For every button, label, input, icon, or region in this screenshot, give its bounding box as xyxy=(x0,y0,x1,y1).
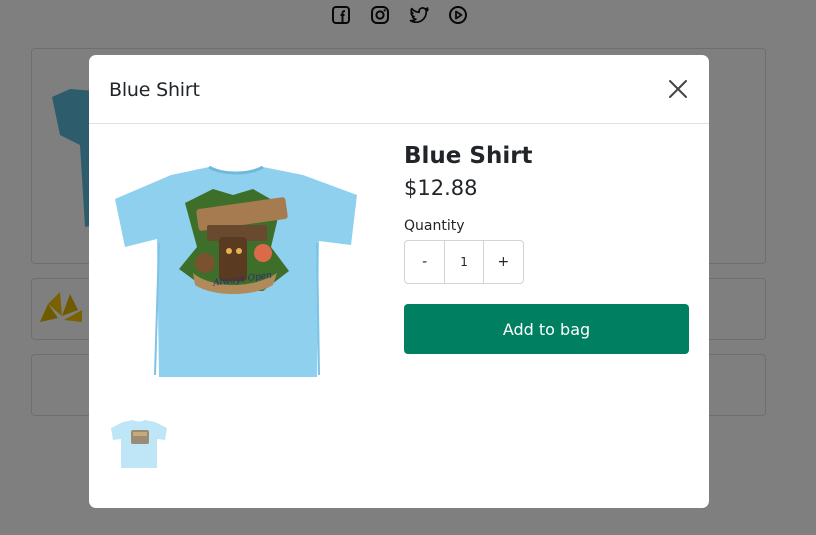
add-to-bag-button[interactable]: Add to bag xyxy=(404,304,689,354)
increase-quantity-button[interactable]: + xyxy=(484,241,523,283)
close-button[interactable] xyxy=(665,76,691,102)
product-price: $12.88 xyxy=(404,176,478,200)
modal-title: Blue Shirt xyxy=(109,79,200,101)
modal-header: Blue Shirt xyxy=(89,55,709,124)
product-main-image: Always Open xyxy=(115,165,357,377)
product-modal: Blue Shirt Always Open Blue Shirt $12.88… xyxy=(89,55,709,508)
product-thumbnail[interactable] xyxy=(109,418,169,470)
decrease-quantity-button[interactable]: - xyxy=(405,241,444,283)
quantity-label: Quantity xyxy=(404,218,465,234)
quantity-input[interactable]: 1 xyxy=(444,241,484,283)
quantity-stepper: - 1 + xyxy=(404,240,524,284)
product-name: Blue Shirt xyxy=(404,143,533,169)
close-icon xyxy=(669,80,687,98)
